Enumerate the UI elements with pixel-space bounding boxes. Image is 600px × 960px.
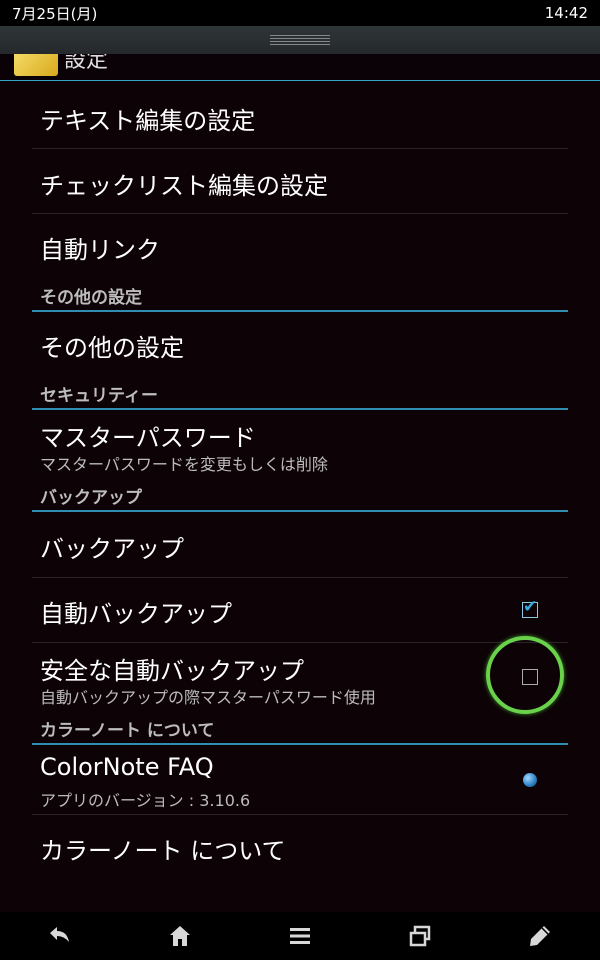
setting-checklist-edit[interactable]: チェックリスト編集の設定: [32, 149, 568, 214]
back-button[interactable]: [30, 912, 90, 960]
setting-summary: マスターパスワードを変更もしくは削除: [40, 455, 328, 474]
setting-summary: アプリのバージョン : 3.10.6: [40, 791, 251, 810]
setting-text-edit[interactable]: テキスト編集の設定: [32, 81, 568, 149]
navigation-bar: [0, 912, 600, 960]
back-icon: [50, 927, 69, 942]
setting-summary: 自動バックアップの際マスターパスワード使用: [40, 688, 376, 707]
globe-icon: [523, 773, 537, 787]
setting-auto-link[interactable]: 自動リンク: [32, 214, 568, 278]
setting-label: カラーノート について: [40, 837, 286, 865]
section-label: バックアップ: [40, 488, 142, 508]
setting-other[interactable]: その他の設定: [32, 312, 568, 376]
setting-label: マスターパスワード: [40, 424, 256, 452]
page-title: 設定: [64, 54, 109, 73]
setting-label: バックアップ: [40, 535, 184, 563]
status-date: 7月25日(月): [12, 4, 98, 23]
app-icon: [14, 54, 58, 76]
recent-apps-button[interactable]: [390, 912, 450, 960]
setting-faq[interactable]: ColorNote FAQ アプリのバージョン : 3.10.6: [32, 745, 568, 815]
setting-label: その他の設定: [40, 334, 184, 362]
status-bar: 7月25日(月) 14:42: [0, 0, 600, 26]
setting-label: テキスト編集の設定: [40, 107, 256, 135]
grip-icon: [270, 35, 330, 45]
menu-button[interactable]: [270, 912, 330, 960]
section-header-about: カラーノート について: [32, 713, 568, 745]
home-button[interactable]: [150, 912, 210, 960]
recent-apps-icon: [409, 925, 431, 947]
edit-button[interactable]: [510, 912, 570, 960]
section-label: その他の設定: [40, 288, 142, 308]
setting-label: 安全な自動バックアップ: [40, 657, 304, 685]
setting-label: 自動リンク: [40, 236, 160, 264]
section-header-other: その他の設定: [32, 280, 568, 312]
section-header-backup: バックアップ: [32, 480, 568, 512]
setting-label: 自動バックアップ: [40, 600, 232, 628]
section-label: カラーノート について: [40, 721, 215, 741]
setting-master-password[interactable]: マスターパスワード マスターパスワードを変更もしくは削除: [32, 410, 568, 478]
setting-label: ColorNote FAQ: [40, 753, 214, 781]
section-label: セキュリティー: [40, 386, 158, 406]
title-bar: 設定: [0, 54, 600, 82]
touch-indicator: [486, 636, 564, 714]
settings-list[interactable]: テキスト編集の設定 チェックリスト編集の設定 自動リンク その他の設定 その他の…: [0, 81, 600, 912]
notification-handle[interactable]: [0, 26, 600, 55]
status-time: 14:42: [544, 4, 588, 22]
home-icon: [170, 926, 190, 946]
auto-backup-checkbox[interactable]: [522, 597, 538, 618]
edit-icon: [530, 926, 550, 946]
setting-backup[interactable]: バックアップ: [32, 512, 568, 578]
setting-about[interactable]: カラーノート について: [32, 815, 568, 879]
setting-label: チェックリスト編集の設定: [40, 172, 328, 200]
menu-icon: [290, 928, 310, 944]
setting-auto-backup[interactable]: 自動バックアップ: [32, 578, 568, 643]
section-header-security: セキュリティー: [32, 378, 568, 410]
